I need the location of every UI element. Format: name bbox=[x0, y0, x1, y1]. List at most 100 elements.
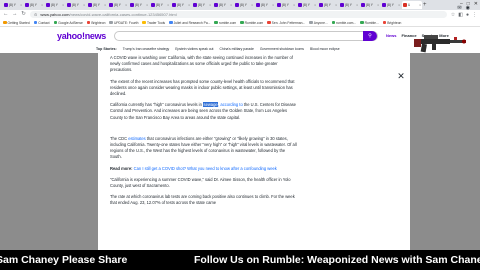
tab-label: (8) Y bbox=[156, 3, 163, 7]
tab-close-icon[interactable]: × bbox=[83, 3, 85, 7]
bookmark-label: Getting Started bbox=[7, 20, 30, 25]
browser-tab[interactable]: (8) Y × bbox=[150, 1, 170, 9]
selected-text[interactable]: sewage bbox=[203, 102, 219, 108]
browser-tab[interactable]: (8) Y × bbox=[45, 1, 65, 9]
top-story-link[interactable]: Trump's Iran ceasefire strategy bbox=[123, 47, 170, 51]
tab-favicon-icon bbox=[130, 3, 134, 7]
bookmark-item[interactable]: Google AdSense bbox=[53, 21, 83, 25]
rifle-graphic bbox=[414, 35, 466, 53]
article-link[interactable]: estimates bbox=[128, 136, 146, 141]
browser-tab[interactable]: (8) Y × bbox=[3, 1, 23, 9]
tab-close-icon[interactable]: × bbox=[167, 3, 169, 7]
search-input[interactable]: ⚲ bbox=[114, 30, 379, 41]
yahoo-logo[interactable]: yahoo!news bbox=[57, 31, 106, 41]
bookmark-item[interactable]: Juliet and Research Pa... bbox=[169, 21, 210, 25]
tab-favicon-icon bbox=[298, 3, 302, 7]
browser-tab[interactable]: (8) Y × bbox=[24, 1, 44, 9]
bookmark-item[interactable]: Trader Tools bbox=[142, 21, 165, 25]
bookmark-label: Juliet and Research Pa... bbox=[173, 20, 211, 25]
bookmark-item[interactable]: Rumble.com bbox=[240, 21, 263, 25]
browser-tab[interactable]: (8) Y × bbox=[108, 1, 128, 9]
browser-tab[interactable]: (8) Y × bbox=[213, 1, 233, 9]
top-story-link[interactable]: Epstein victims speak out bbox=[175, 47, 213, 51]
tab-close-icon[interactable]: × bbox=[41, 3, 43, 7]
new-tab-button[interactable]: + bbox=[423, 1, 429, 9]
browser-tab[interactable]: (8) Y × bbox=[171, 1, 191, 9]
tab-close-icon[interactable]: × bbox=[335, 3, 337, 7]
tab-close-icon[interactable]: × bbox=[272, 3, 274, 7]
tab-close-icon[interactable]: × bbox=[230, 3, 232, 7]
browser-tab[interactable]: (8) Y × bbox=[276, 1, 296, 9]
bookmark-item[interactable]: Brighteon bbox=[86, 20, 105, 25]
tab-close-icon[interactable]: × bbox=[209, 3, 211, 7]
bookmark-item[interactable]: rumble.com... bbox=[331, 20, 357, 25]
bookmark-item[interactable]: Sen. John Fetterman... bbox=[267, 21, 305, 25]
tab-close-icon[interactable]: × bbox=[104, 3, 106, 7]
top-story-link[interactable]: Government shutdown looms bbox=[260, 47, 304, 51]
tab-close-icon[interactable]: × bbox=[20, 3, 22, 7]
top-story-link[interactable]: Blood moon eclipse bbox=[310, 47, 340, 51]
close-window-icon[interactable]: ✕ bbox=[474, 1, 478, 8]
tab-favicon-icon bbox=[214, 3, 218, 7]
tab-favicon-icon bbox=[151, 3, 155, 7]
nav-item-news[interactable]: News bbox=[386, 33, 396, 38]
tab-close-icon[interactable]: × bbox=[314, 3, 316, 7]
bookmark-item[interactable]: Getting Started bbox=[3, 21, 30, 25]
close-modal-button[interactable]: ✕ bbox=[394, 69, 408, 83]
tab-close-icon[interactable]: × bbox=[398, 3, 400, 7]
browser-tab[interactable]: (8) Y × bbox=[381, 1, 401, 9]
article-link[interactable]: , according to bbox=[218, 102, 243, 107]
bookmark-item[interactable]: Anyone... bbox=[309, 21, 328, 25]
browser-tab[interactable]: (8) Y × bbox=[360, 1, 380, 9]
top-story-link[interactable]: China's military parade bbox=[219, 47, 253, 51]
browser-tab[interactable]: (8) Y × bbox=[255, 1, 275, 9]
browser-tab[interactable]: (8) Y × bbox=[192, 1, 212, 9]
browser-tab[interactable]: U × bbox=[402, 1, 422, 9]
browser-tab[interactable]: (8) Y × bbox=[87, 1, 107, 9]
bookmark-item[interactable]: UPDATE: Fourth bbox=[109, 21, 138, 25]
reload-icon[interactable]: ↻ bbox=[21, 10, 26, 19]
tab-close-icon[interactable]: × bbox=[146, 3, 148, 7]
url-input[interactable]: ⊙ www.yahoo.com/news/covid-wave-californ… bbox=[30, 11, 447, 18]
bookmark-item[interactable]: rumble.com bbox=[214, 21, 236, 25]
tab-close-icon[interactable]: × bbox=[356, 3, 358, 7]
tab-close-icon[interactable]: × bbox=[125, 3, 127, 7]
tab-close-icon[interactable]: × bbox=[377, 3, 379, 7]
bookmark-favicon-icon bbox=[240, 20, 244, 25]
browser-tab[interactable]: (8) Y × bbox=[234, 1, 254, 9]
account-icon[interactable]: ◉ bbox=[466, 5, 470, 11]
tab-label: (8) Y bbox=[240, 3, 247, 7]
menu-icon[interactable]: ⋮ bbox=[472, 12, 477, 18]
bookmarks-bar: Getting Started Contact Google AdSense Brig… bbox=[0, 19, 480, 27]
profile-icon[interactable]: ● bbox=[466, 12, 469, 18]
screen: (8) Y × (8) Y × (8) Y × (8) Y × (8) Y × (8) Y × (8) … bbox=[0, 0, 480, 270]
bookmark-item[interactable]: Rumble... bbox=[360, 21, 379, 25]
bookmark-item[interactable]: Brighteon bbox=[382, 21, 401, 25]
bookmark-label: rumble.com... bbox=[336, 20, 357, 25]
tab-favicon-icon bbox=[193, 3, 197, 7]
article-paragraph: California currently has "high" coronavi… bbox=[110, 102, 296, 120]
forward-icon[interactable]: → bbox=[12, 10, 18, 19]
tab-label: (8) Y bbox=[345, 3, 352, 7]
bookmark-item[interactable]: Contact bbox=[33, 21, 50, 25]
bookmark-favicon-icon bbox=[86, 20, 91, 25]
browser-tab[interactable]: (8) Y × bbox=[66, 1, 86, 9]
extensions-icon[interactable]: ◧ bbox=[458, 12, 463, 18]
tab-close-icon[interactable]: × bbox=[293, 3, 295, 7]
tab-label: (8) Y bbox=[282, 3, 289, 7]
tab-close-icon[interactable]: × bbox=[62, 3, 64, 7]
star-icon[interactable]: ☆ bbox=[451, 12, 455, 18]
back-icon[interactable]: ← bbox=[3, 10, 9, 19]
bookmark-label: rumble.com bbox=[218, 20, 237, 25]
read-more-link[interactable]: Can I still get a COVID shot? What you n… bbox=[133, 166, 277, 171]
browser-tab[interactable]: (8) Y × bbox=[297, 1, 317, 9]
search-button[interactable]: ⚲ bbox=[363, 30, 378, 41]
site-info-icon[interactable]: ⊙ bbox=[34, 12, 37, 17]
mail-icon[interactable]: ✉ bbox=[457, 5, 461, 11]
tab-close-icon[interactable]: × bbox=[188, 3, 190, 7]
browser-tab[interactable]: (8) Y × bbox=[129, 1, 149, 9]
browser-tab[interactable]: (8) Y × bbox=[318, 1, 338, 9]
browser-tab[interactable]: (8) Y × bbox=[339, 1, 359, 9]
tab-close-icon[interactable]: × bbox=[251, 3, 253, 7]
tab-close-icon[interactable]: × bbox=[419, 3, 421, 7]
